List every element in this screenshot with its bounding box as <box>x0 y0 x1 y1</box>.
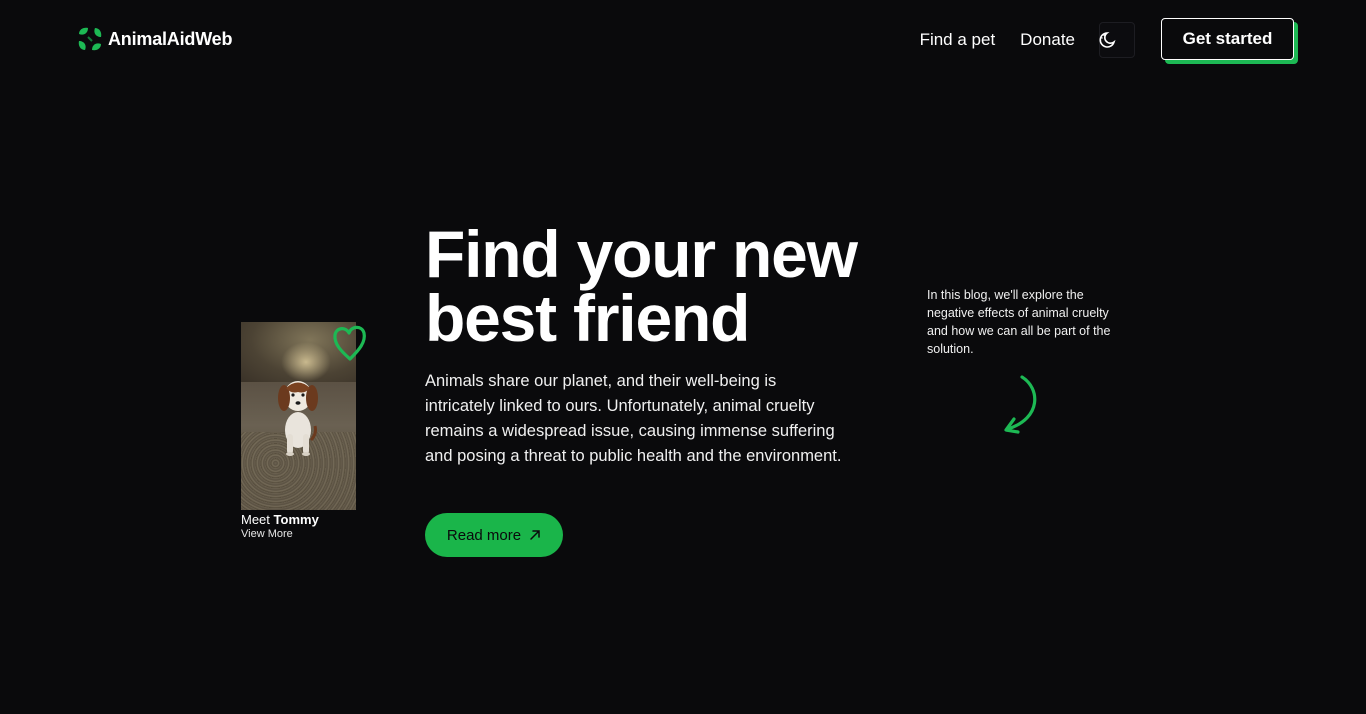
pet-caption: Meet Tommy <box>241 512 381 527</box>
theme-toggle-button[interactable] <box>1099 22 1135 58</box>
logo[interactable]: AnimalAidWeb <box>76 25 232 53</box>
read-more-label: Read more <box>446 526 522 544</box>
hero-title-line-2: best friend <box>425 281 750 355</box>
heart-icon[interactable] <box>331 322 369 364</box>
pet-caption-prefix: Meet <box>241 512 270 527</box>
pet-name: Tommy <box>273 512 319 527</box>
hero-title: Find your new best friend <box>425 217 905 355</box>
page: AnimalAidWeb Find a pet Donate Get start… <box>0 0 1366 714</box>
get-started-wrapper: Get started <box>1161 18 1298 64</box>
moon-icon <box>1099 32 1116 48</box>
curved-arrow-icon <box>1004 375 1037 434</box>
arrow-up-right-icon <box>530 530 540 540</box>
nav-find-a-pet[interactable]: Find a pet <box>920 19 996 61</box>
hero-title-line-1: Find your new <box>425 217 858 291</box>
main-nav: Find a pet Donate Get started <box>920 18 1298 64</box>
leaf-logo-icon <box>78 27 102 51</box>
logo-text: AnimalAidWeb <box>108 28 233 49</box>
get-started-button[interactable]: Get started <box>1161 18 1294 60</box>
view-more-link[interactable]: View More <box>241 528 381 540</box>
hero-description: Animals share our planet, and their well… <box>425 372 842 465</box>
read-more-button[interactable]: Read more <box>425 513 563 557</box>
side-note: In this blog, we'll explore the negative… <box>927 288 1111 356</box>
nav-donate[interactable]: Donate <box>1020 19 1075 61</box>
